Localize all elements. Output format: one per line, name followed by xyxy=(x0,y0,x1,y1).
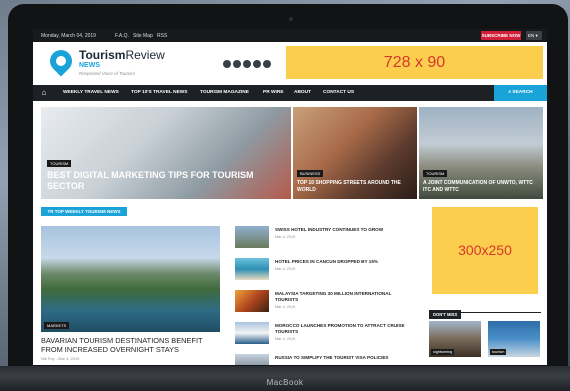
list-item-thumbnail[interactable] xyxy=(235,322,269,344)
main-nav: ⌂ WEEKLY TRAVEL NEWS TOP 10'S TRAVEL NEW… xyxy=(33,85,547,101)
faq-link[interactable]: F.A.Q. xyxy=(115,33,129,39)
current-date: Monday, March 04, 2019 xyxy=(41,33,96,39)
main-story-image[interactable]: MARKETS xyxy=(41,226,220,332)
facebook-icon[interactable] xyxy=(233,60,241,68)
browser-screen: Monday, March 04, 2019 F.A.Q. Site Map R… xyxy=(33,29,547,365)
list-item-title[interactable]: HOTEL PRICES IN CANCUN DROPPED BY 15% xyxy=(275,259,405,265)
list-item-thumbnail[interactable] xyxy=(235,354,269,365)
twitter-icon[interactable] xyxy=(243,60,251,68)
nav-contact-us[interactable]: CONTACT US xyxy=(323,90,354,95)
language-label: EN xyxy=(528,33,535,38)
dont-miss-label: DON'T MISS xyxy=(429,310,462,319)
main-story-meta: Nik Fey - Mar 4, 2019 xyxy=(41,356,80,361)
subscribe-button[interactable]: SUBSCRIBE NOW xyxy=(481,31,521,40)
dont-miss-card[interactable]: tourism xyxy=(488,321,540,357)
dont-miss-heading: DON'T MISS xyxy=(429,303,541,319)
home-icon[interactable]: ⌂ xyxy=(39,88,49,98)
hero-story-digital-marketing[interactable]: TOURISM BEST DIGITAL MARKETING TIPS FOR … xyxy=(41,107,291,199)
list-item-title[interactable]: RUSSIA TO SIMPLIFY THE TOURIST VISA POLI… xyxy=(275,355,405,361)
list-item-thumbnail[interactable] xyxy=(235,226,269,248)
list-item-date: Mar 4, 2019 xyxy=(275,267,296,271)
search-label: SEARCH xyxy=(512,90,533,95)
list-item-thumbnail[interactable] xyxy=(235,290,269,312)
hero-story-joint-communication[interactable]: TOURISM A JOINT COMMUNICATION OF UNWTO, … xyxy=(419,107,543,199)
hero-title[interactable]: BEST DIGITAL MARKETING TIPS FOR TOURISM … xyxy=(47,170,272,192)
list-item-title[interactable]: MOROCCO LAUNCHES PROMOTION TO ATTRACT CR… xyxy=(275,323,405,335)
linkedin-icon[interactable] xyxy=(253,60,261,68)
dont-miss-card[interactable]: sightseeing xyxy=(429,321,481,357)
logo-news: NEWS xyxy=(79,62,100,69)
nav-weekly-travel-news[interactable]: WEEKLY TRAVEL NEWS xyxy=(63,90,119,95)
nav-pr-wire[interactable]: PR WIRE xyxy=(263,90,284,95)
language-selector[interactable]: EN ▾ xyxy=(526,31,542,40)
hero-title[interactable]: TOP 10 SHOPPING STREETS AROUND THE WORLD xyxy=(297,180,413,193)
list-item-title[interactable]: MALAYSIA TARGETING 30 MILLION INTERNATIO… xyxy=(275,291,405,303)
section-title: TR TOP WEEKLY TOURISM NEWS xyxy=(41,207,127,216)
logo-pin-icon[interactable] xyxy=(45,45,77,77)
rss-link[interactable]: RSS xyxy=(157,33,167,39)
list-item-date: Mar 4, 2019 xyxy=(275,305,296,309)
hero-story-shopping-streets[interactable]: BUSINESS TOP 10 SHOPPING STREETS AROUND … xyxy=(293,107,417,199)
list-item-title[interactable]: SWISS HOTEL INDUSTRY CONTINUES TO GROW xyxy=(275,227,405,233)
banner-ad[interactable]: 728 x 90 xyxy=(286,46,543,79)
list-item-date: Mar 4, 2019 xyxy=(275,235,296,239)
category-badge[interactable]: sightseeing xyxy=(431,349,455,355)
nav-tourism-magazine[interactable]: TOURISM MAGAZINE xyxy=(200,90,249,95)
device-brand-label: MacBook xyxy=(266,378,304,387)
main-story-title[interactable]: BAVARIAN TOURISM DESTINATIONS BENEFIT FR… xyxy=(41,336,226,354)
top-bar: Monday, March 04, 2019 F.A.Q. Site Map R… xyxy=(33,29,547,42)
category-badge[interactable]: BUSINESS xyxy=(297,170,324,177)
category-badge[interactable]: MARKETS xyxy=(44,322,70,329)
instagram-icon[interactable] xyxy=(223,60,231,68)
search-button[interactable]: ⌕ SEARCH xyxy=(494,85,547,101)
sidebar-ad[interactable]: 300x250 xyxy=(432,207,538,294)
logo-word-review: Review xyxy=(125,48,165,62)
site-logo[interactable]: TourismReview xyxy=(79,48,165,62)
list-item-thumbnail[interactable] xyxy=(235,258,269,280)
list-item-date: Mar 4, 2019 xyxy=(275,337,296,341)
site-map-link[interactable]: Site Map xyxy=(133,33,153,39)
nav-about[interactable]: ABOUT xyxy=(294,90,311,95)
hero-title[interactable]: A JOINT COMMUNICATION OF UNWTO, WTTC ITC… xyxy=(423,180,539,193)
nav-top-10s-travel-news[interactable]: TOP 10'S TRAVEL NEWS xyxy=(131,90,188,95)
logo-word-tourism: Tourism xyxy=(79,48,126,62)
camera-icon xyxy=(289,17,293,21)
logo-tagline: Respected Voice of Tourism xyxy=(79,71,135,76)
rss-icon[interactable] xyxy=(263,60,271,68)
category-badge[interactable]: TOURISM xyxy=(47,160,72,167)
category-badge[interactable]: TOURISM xyxy=(423,170,448,177)
category-badge[interactable]: tourism xyxy=(490,349,507,355)
